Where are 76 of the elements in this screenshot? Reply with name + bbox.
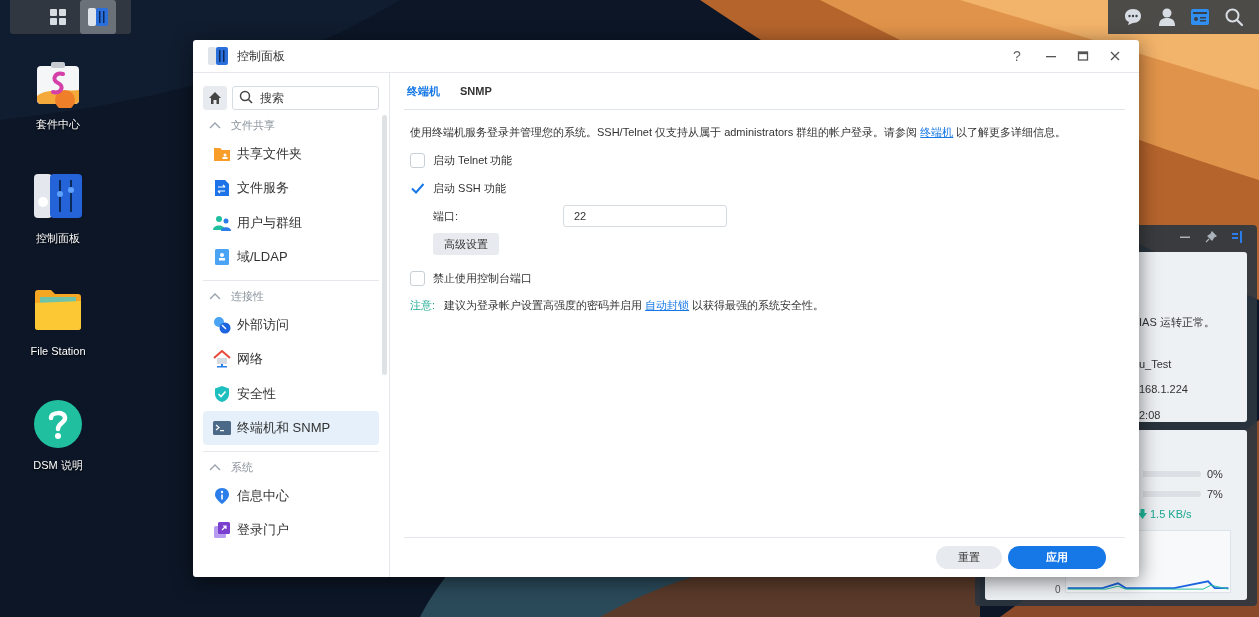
- terminal-icon: [213, 419, 231, 437]
- file-icon: [213, 179, 231, 197]
- nav-item[interactable]: 网络: [203, 342, 379, 376]
- checkbox[interactable]: [410, 270, 425, 286]
- search-icon[interactable]: [1224, 7, 1245, 27]
- auto-block-link[interactable]: 自动封锁: [645, 299, 690, 311]
- sidebar-icon[interactable]: [1231, 231, 1243, 243]
- chevron-up-icon[interactable]: [209, 121, 221, 129]
- help-button[interactable]: ?: [1009, 45, 1025, 67]
- download-speed: 1.5 KB/s: [1150, 506, 1192, 522]
- chat-icon[interactable]: [1122, 7, 1143, 27]
- chevron-up-icon[interactable]: [209, 463, 221, 471]
- section-header: 文件共享: [231, 117, 275, 133]
- info-value: u_Test: [1139, 356, 1173, 372]
- usage-reading: 7%: [1207, 486, 1224, 502]
- option-label: 启动 Telnet 功能: [433, 152, 513, 168]
- desktop-icon-label[interactable]: 套件中心: [36, 116, 80, 133]
- checkbox[interactable]: [410, 152, 425, 168]
- nav-item[interactable]: 终端机和 SNMP: [203, 411, 379, 445]
- note-text: 注意: 建议为登录帐户设置高强度的密码并启用 自动封锁 以获得最强的系统安全性。: [410, 298, 826, 313]
- reset-button[interactable]: 重置: [936, 546, 1002, 569]
- close-icon[interactable]: [1109, 50, 1121, 62]
- desktop-icon-label[interactable]: DSM 说明: [33, 456, 83, 473]
- progress-track: [1143, 491, 1201, 497]
- nav-item[interactable]: 安全性: [203, 376, 379, 411]
- search-icon: [239, 90, 253, 104]
- info-icon: [213, 486, 231, 505]
- nav-item[interactable]: 域/LDAP: [203, 240, 379, 274]
- nav-item[interactable]: 外部访问: [203, 307, 379, 342]
- tab[interactable]: SNMP: [460, 82, 492, 100]
- section-header: 系统: [231, 459, 253, 475]
- contact-card-icon: [213, 248, 231, 266]
- control-panel-icon[interactable]: [87, 6, 109, 28]
- widget-icon[interactable]: [1190, 7, 1211, 27]
- advanced-settings-button[interactable]: 高级设置: [433, 233, 499, 255]
- house-icon: [213, 350, 231, 368]
- tab[interactable]: 终端机: [407, 82, 440, 100]
- search-field[interactable]: 搜索: [232, 86, 379, 110]
- terminal-link[interactable]: 终端机: [920, 126, 954, 138]
- info-value: 2:08: [1139, 407, 1162, 423]
- window-title: 控制面板: [237, 48, 286, 65]
- taskbar-button[interactable]: [80, 0, 116, 34]
- user-icon[interactable]: [1156, 7, 1177, 27]
- desktop-icon-label[interactable]: File Station: [30, 343, 86, 360]
- home-button[interactable]: [203, 85, 227, 110]
- home-icon: [208, 90, 222, 105]
- status-text: IAS 运转正常。: [1139, 315, 1216, 330]
- port-label: 端口:: [433, 208, 460, 224]
- section-header: 连接性: [231, 288, 264, 304]
- nav-item[interactable]: 用户与群组: [203, 205, 379, 240]
- scrollbar[interactable]: [382, 115, 387, 375]
- description-text: 使用终端机服务登录并管理您的系统。SSH/Telnet 仅支持从属于 administrators 群组的帐户登录。请参阅 终端机 以了解更多详细信息。: [410, 125, 1068, 140]
- portal-icon: [213, 521, 231, 539]
- apply-button[interactable]: 应用: [1008, 546, 1106, 569]
- grid-icon[interactable]: [49, 8, 67, 26]
- download-arrow-icon: [1138, 509, 1147, 519]
- usage-reading: 0%: [1207, 466, 1224, 482]
- nav-item[interactable]: 信息中心: [203, 478, 379, 513]
- nav-item[interactable]: 登录门户: [203, 513, 379, 547]
- desktop-icon-label[interactable]: 控制面板: [36, 229, 80, 246]
- option-label: 启动 SSH 功能: [433, 180, 506, 196]
- shield-icon: [213, 384, 231, 403]
- pin-icon[interactable]: [1205, 231, 1217, 243]
- option-label: 禁止使用控制台端口: [433, 270, 532, 286]
- info-value: 168.1.224: [1139, 382, 1189, 397]
- port-field[interactable]: 22: [563, 205, 727, 227]
- linked-circles-icon: [213, 315, 231, 334]
- nav-item[interactable]: 文件服务: [203, 171, 379, 205]
- maximize-icon[interactable]: [1077, 50, 1089, 62]
- axis-label: 0: [1055, 585, 1061, 595]
- control-panel-icon[interactable]: [207, 45, 229, 67]
- nav-item[interactable]: 共享文件夹: [203, 136, 379, 171]
- chevron-up-icon[interactable]: [209, 292, 221, 300]
- users-icon: [213, 213, 231, 232]
- progress-track: [1143, 471, 1201, 477]
- help-icon: [33, 398, 83, 449]
